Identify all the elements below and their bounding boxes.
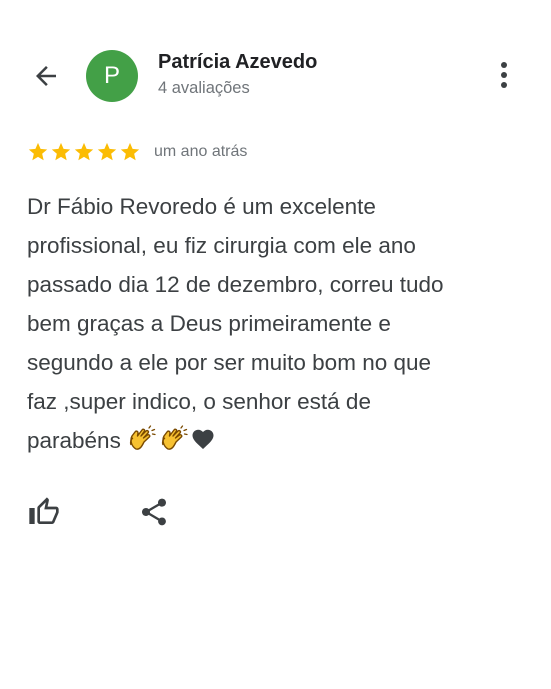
back-button[interactable]	[26, 56, 66, 96]
reviewer-review-count: 4 avaliações	[158, 79, 250, 97]
reviewer-info: Patrícia Azevedo 4 avaliações	[158, 50, 317, 99]
arrow-back-icon	[36, 66, 56, 86]
star-icon	[74, 142, 94, 161]
reviewer-name[interactable]: Patrícia Azevedo	[158, 50, 317, 74]
avatar[interactable]: P	[86, 50, 138, 102]
review-line: Dr Fábio Revoredo é um excelente	[27, 194, 376, 219]
more-vert-icon	[501, 62, 507, 88]
review-date: um ano atrás	[154, 143, 248, 160]
review-detail-screen: P Patrícia Azevedo 4 avaliações um ano a…	[0, 0, 551, 689]
review-line: profissional, eu fiz cirurgia com ele an…	[27, 233, 416, 258]
share-icon	[142, 498, 166, 526]
rating-row: um ano atrás	[27, 141, 247, 163]
review-line: segundo a ele por ser muito bom no que	[27, 350, 432, 375]
review-line: parabéns	[27, 428, 121, 453]
share-button[interactable]	[136, 494, 172, 530]
review-text: Dr Fábio Revoredo é um excelente profiss…	[27, 187, 527, 460]
review-line: faz ,super indico, o senhor está de	[27, 389, 371, 414]
star-icon	[97, 142, 117, 161]
clapping-hands-icon	[129, 425, 156, 450]
review-actions	[26, 494, 172, 530]
like-button[interactable]	[26, 494, 62, 530]
black-heart-icon	[192, 429, 214, 449]
review-line: passado dia 12 de dezembro, correu tudo	[27, 272, 444, 297]
more-options-button[interactable]	[488, 57, 520, 93]
star-rating	[27, 141, 141, 163]
review-line: bem graças a Deus primeiramente e	[27, 311, 391, 336]
star-icon	[120, 142, 140, 161]
avatar-initial: P	[103, 62, 120, 89]
thumb-up-icon	[29, 497, 59, 524]
star-icon	[51, 142, 71, 161]
clapping-hands-icon	[161, 425, 188, 450]
emoji-group	[127, 425, 215, 453]
star-icon	[28, 142, 48, 161]
